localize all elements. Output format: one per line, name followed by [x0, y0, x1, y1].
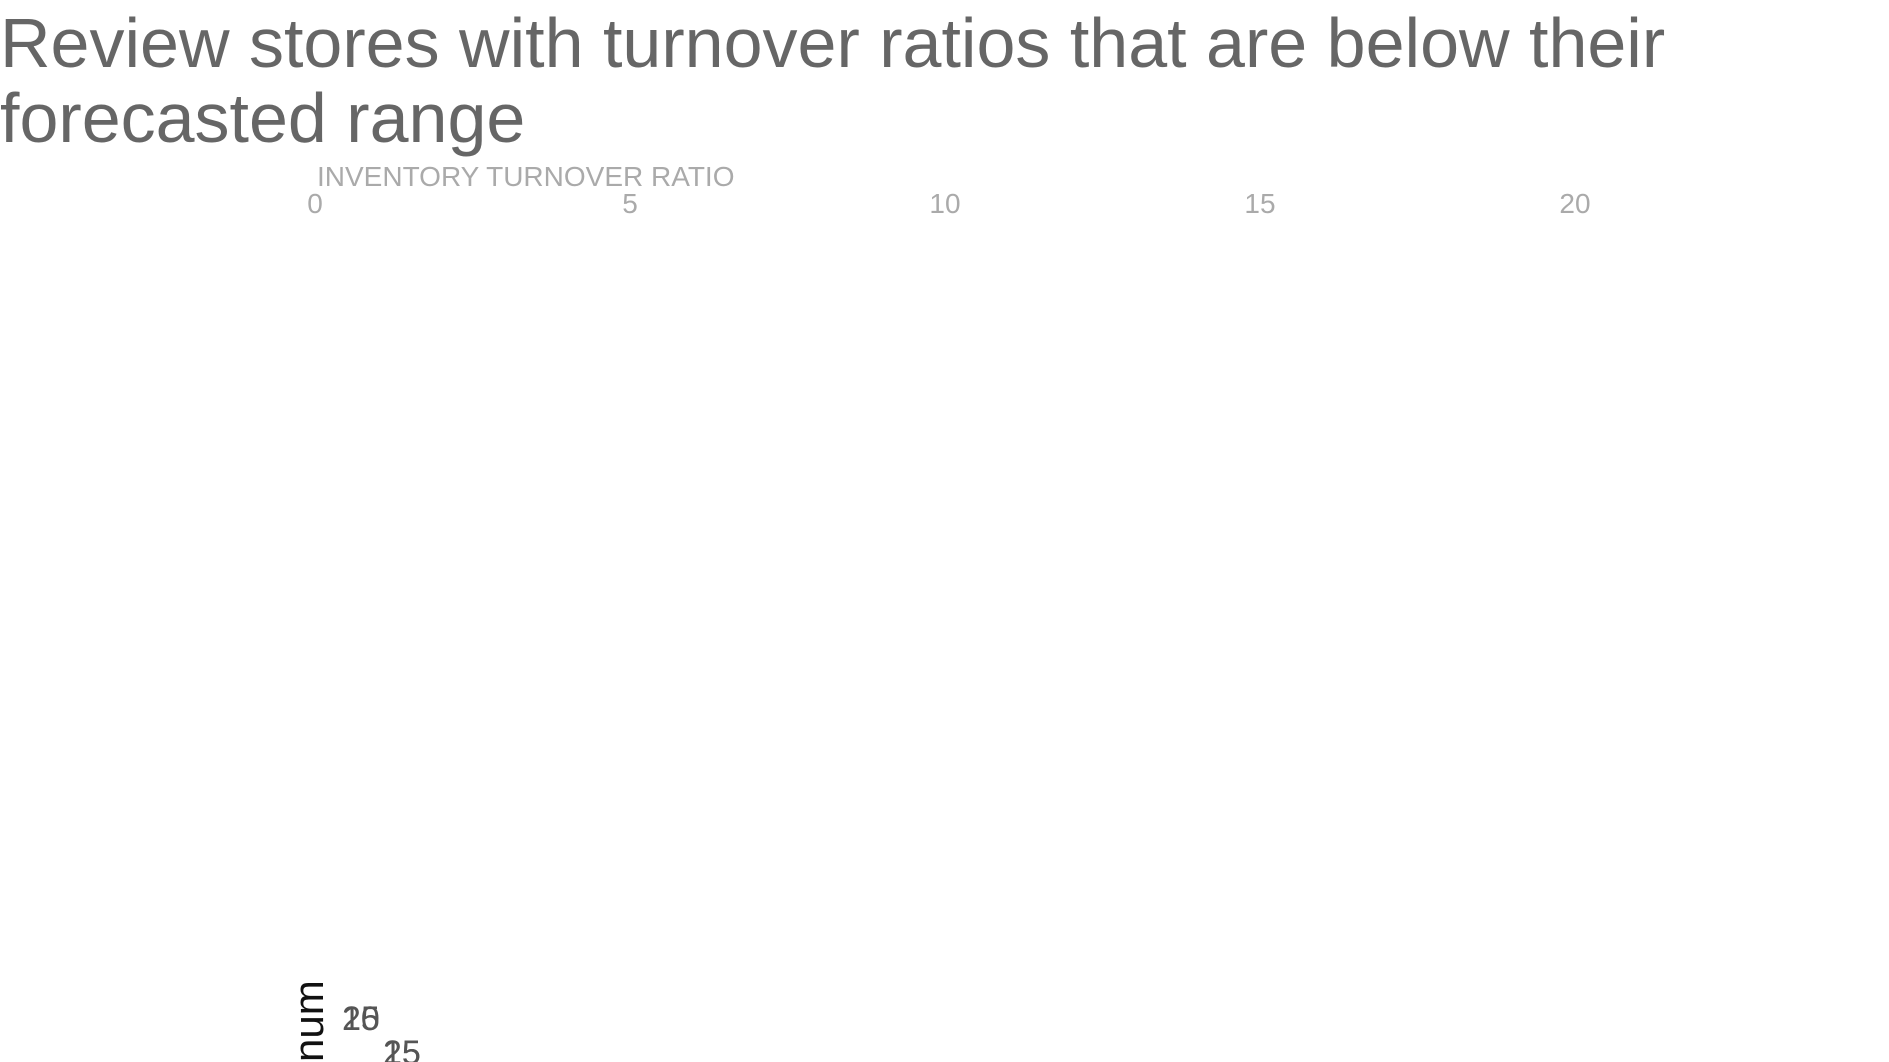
- chart-container: Review stores with turnover ratios that …: [0, 0, 1889, 1062]
- small-labels: 10252515: [342, 1000, 421, 1062]
- x-axis-ticks: 051015202: [307, 188, 1590, 219]
- value-label: 25: [342, 1000, 380, 1038]
- chart-svg: INVENTORY TURNOVER RATIO 051015202 num 1…: [285, 161, 1591, 1062]
- y-axis-title: num: [285, 980, 332, 1062]
- x-tick-label: 5: [622, 188, 638, 219]
- x-tick-label: 15: [1244, 188, 1275, 219]
- x-tick-label: 20: [1559, 188, 1590, 219]
- value-label: 15: [383, 1034, 421, 1062]
- x-axis-title: INVENTORY TURNOVER RATIO: [317, 161, 734, 192]
- x-tick-label: 0: [307, 188, 323, 219]
- x-tick-label: 10: [929, 188, 960, 219]
